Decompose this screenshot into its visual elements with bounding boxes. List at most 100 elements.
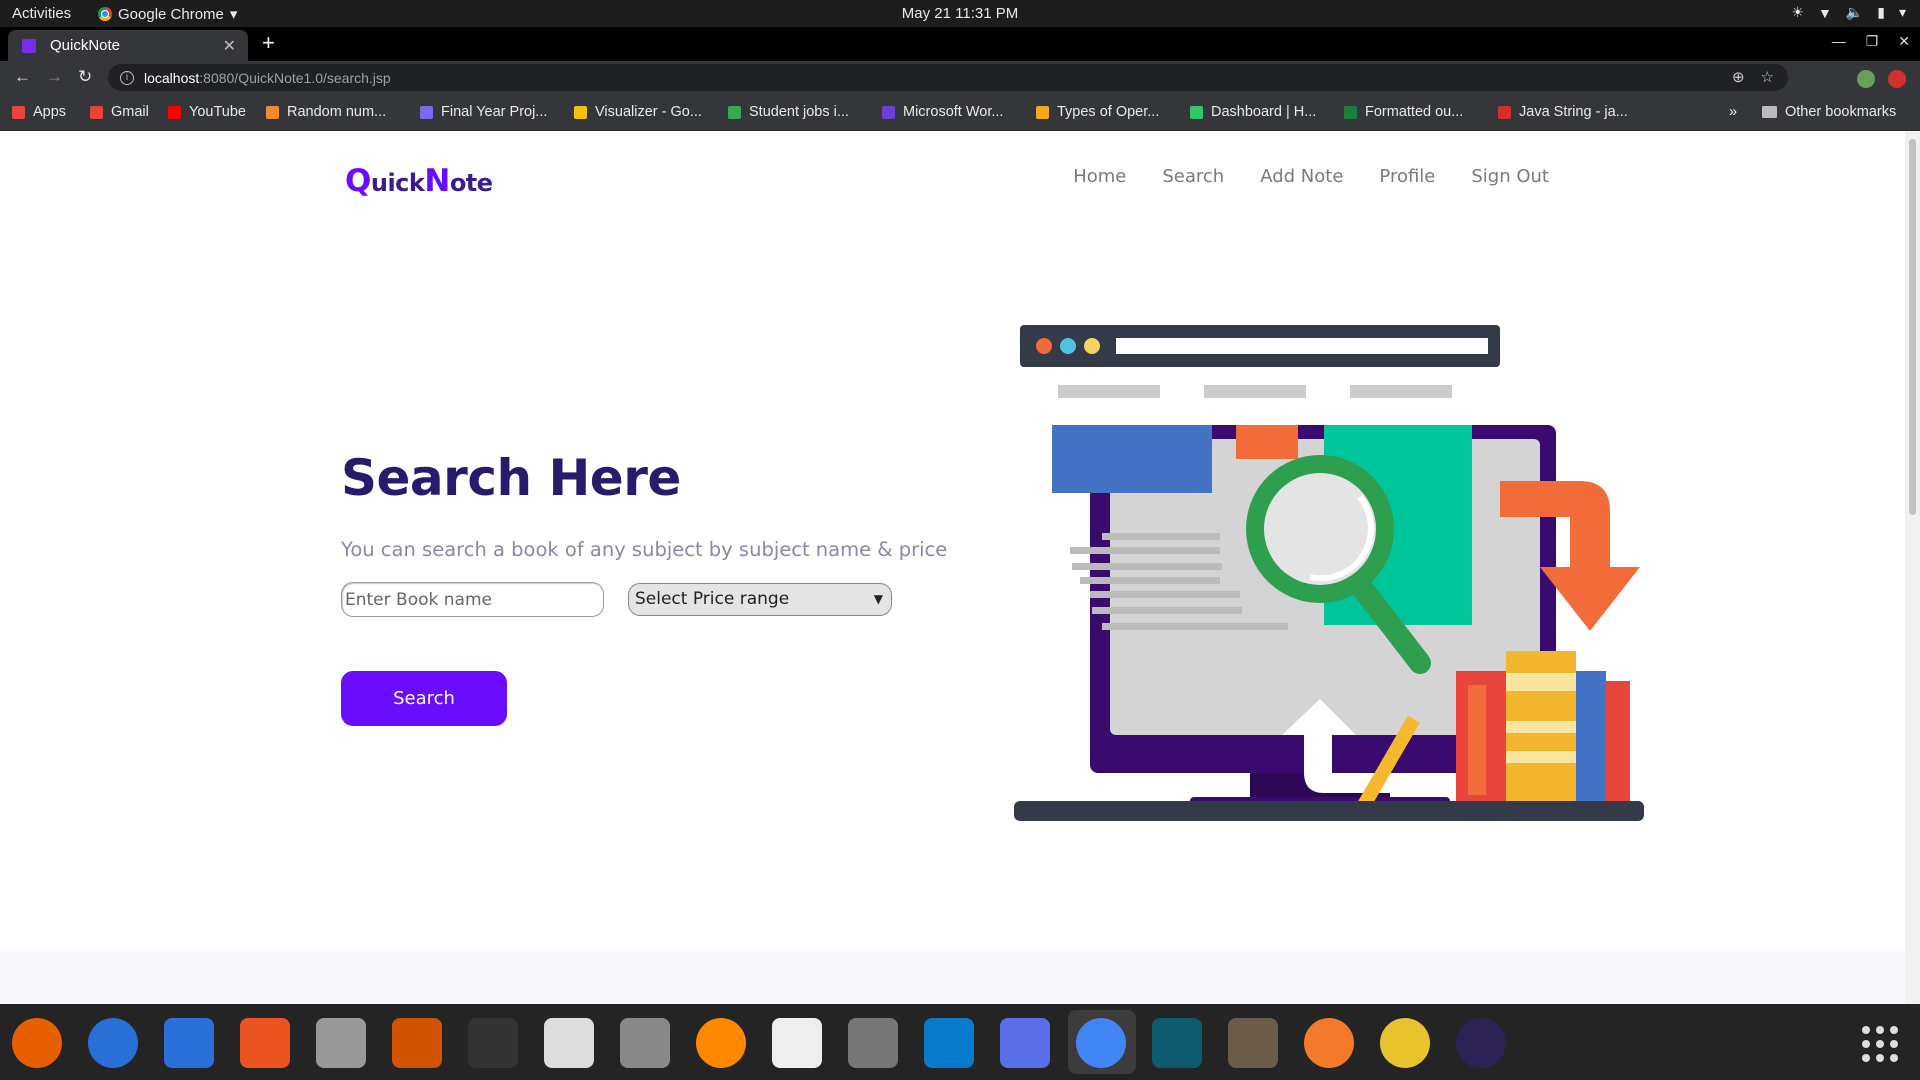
files-icon[interactable] [544,1018,594,1068]
browser-toolbar: ← → ↻ i localhost:8080/QuickNote1.0/sear… [0,61,1920,95]
system-tray[interactable]: ☀ ▼ 🔈 ▮ ▾ [1791,4,1906,21]
screenshot-icon[interactable] [1000,1018,1050,1068]
bookmark-favicon-icon [12,105,25,119]
favicon-icon [22,38,36,53]
vscode-icon[interactable] [924,1018,974,1068]
book-name-input[interactable] [341,582,604,617]
volume-icon: 🔈 [1845,4,1864,20]
bookmark-label: Final Year Proj... [441,104,548,120]
bookmark-item[interactable]: Dashboard | H... [1190,104,1316,120]
page-subtitle: You can search a book of any subject by … [341,538,948,561]
bookmark-favicon-icon [1344,105,1357,119]
bookmark-favicon-icon [266,105,279,119]
gimp-icon[interactable] [1228,1018,1278,1068]
tab-quicknote[interactable]: QuickNote ✕ [8,30,248,61]
maximize-icon[interactable]: ❐ [1866,33,1879,50]
bookmark-item[interactable]: Java String - ja... [1498,104,1628,120]
bookmark-item[interactable]: Student jobs i... [728,104,849,120]
page-scrollbar[interactable] [1905,131,1920,1004]
settings-icon[interactable] [848,1018,898,1068]
libreoffice-impress-icon[interactable] [392,1018,442,1068]
nav-sign-out[interactable]: Sign Out [1471,166,1549,187]
bookmark-item[interactable]: Types of Oper... [1036,104,1159,120]
scrollbar-thumb[interactable] [1909,139,1916,515]
bookmark-label: Dashboard | H... [1211,104,1317,120]
bookmark-label: Random num... [287,104,387,120]
bookmark-favicon-icon [728,105,741,119]
wifi-icon: ▼ [1817,4,1832,21]
logo-text: ote [449,169,493,197]
bookmark-favicon-icon [1498,105,1511,119]
tab-strip: QuickNote ✕ [0,27,1920,61]
other-bookmarks[interactable]: Other bookmarks [1762,104,1896,120]
other-bookmarks-label: Other bookmarks [1785,104,1897,120]
chevron-down-icon: ▾ [1898,4,1906,20]
bookmark-star-icon[interactable]: ☆ [1761,68,1774,86]
show-apps-icon[interactable] [1862,1026,1898,1062]
minimize-icon[interactable]: — [1832,33,1846,50]
clock[interactable]: May 21 11:31 PM [0,5,1920,22]
image-viewer-icon[interactable] [620,1018,670,1068]
forward-icon[interactable]: → [46,67,63,87]
bookmark-label: Apps [33,104,67,120]
bookmark-item[interactable]: Random num... [266,104,386,120]
nav-search[interactable]: Search [1162,166,1224,187]
close-window-icon[interactable]: ✕ [1898,33,1910,50]
reload-icon[interactable]: ↻ [78,67,92,87]
logo-letter-q: Q [345,163,371,199]
site-logo[interactable]: QuickNote [345,163,493,199]
bookmark-item[interactable]: Gmail [90,104,149,120]
vlc-icon[interactable] [696,1018,746,1068]
rhythmbox-icon[interactable] [1380,1018,1430,1068]
search-button[interactable]: Search [341,671,507,726]
page-title: Search Here [341,449,681,507]
thunderbird-icon[interactable] [88,1018,138,1068]
close-tab-icon[interactable]: ✕ [223,36,236,56]
firefox-icon[interactable] [12,1018,62,1068]
bookmarks-bar: Apps Gmail YouTube Random num... Final Year … [0,95,1920,131]
nav-home[interactable]: Home [1073,166,1126,187]
bookmark-label: Formatted ou... [1365,104,1464,120]
url-path: :8080/QuickNote1.0/search.jsp [199,69,391,86]
database-icon[interactable] [316,1018,366,1068]
bookmark-favicon-icon [882,105,895,119]
terminal-icon[interactable] [468,1018,518,1068]
eclipse-icon[interactable] [1456,1018,1506,1068]
new-tab-button[interactable]: + [262,32,275,54]
url-host: localhost [144,69,200,86]
blender-icon[interactable] [1304,1018,1354,1068]
text-editor-icon[interactable] [772,1018,822,1068]
dock [0,1004,1920,1080]
nav-add-note[interactable]: Add Note [1260,166,1343,187]
bookmark-item[interactable]: Apps [12,104,66,120]
bookmark-item[interactable]: Visualizer - Go... [574,104,702,120]
battery-icon: ▮ [1877,4,1885,20]
bookmark-label: Microsoft Wor... [903,104,1004,120]
footer-band [0,951,1905,1004]
extension-icon[interactable] [1888,70,1906,88]
chrome-icon[interactable] [1076,1018,1126,1068]
nav-profile[interactable]: Profile [1379,166,1435,187]
price-range-select[interactable]: Select Price range ▼ [628,583,892,616]
folder-icon [1762,106,1777,118]
bookmark-label: Types of Oper... [1057,104,1160,120]
site-nav: Home Search Add Note Profile Sign Out [1073,166,1549,187]
bookmark-favicon-icon [1190,105,1203,119]
ide-icon[interactable] [1152,1018,1202,1068]
zoom-icon[interactable]: ⊕ [1732,68,1745,86]
back-icon[interactable]: ← [14,67,31,87]
bookmark-label: YouTube [189,104,246,120]
more-bookmarks-icon[interactable]: » [1729,104,1737,120]
logo-text: uick [370,169,425,197]
app-center-icon[interactable] [240,1018,290,1068]
bookmark-item[interactable]: Microsoft Wor... [882,104,1003,120]
libreoffice-writer-icon[interactable] [164,1018,214,1068]
info-icon[interactable]: i [120,70,134,85]
address-bar[interactable]: i localhost:8080/QuickNote1.0/search.jsp… [108,64,1788,91]
bookmark-item[interactable]: YouTube [168,104,246,120]
extension-icon[interactable] [1857,70,1875,88]
bookmark-item[interactable]: Final Year Proj... [420,104,547,120]
window-controls: — ❐ ✕ [1832,33,1910,50]
bookmark-item[interactable]: Formatted ou... [1344,104,1463,120]
tab-title: QuickNote [50,37,121,54]
